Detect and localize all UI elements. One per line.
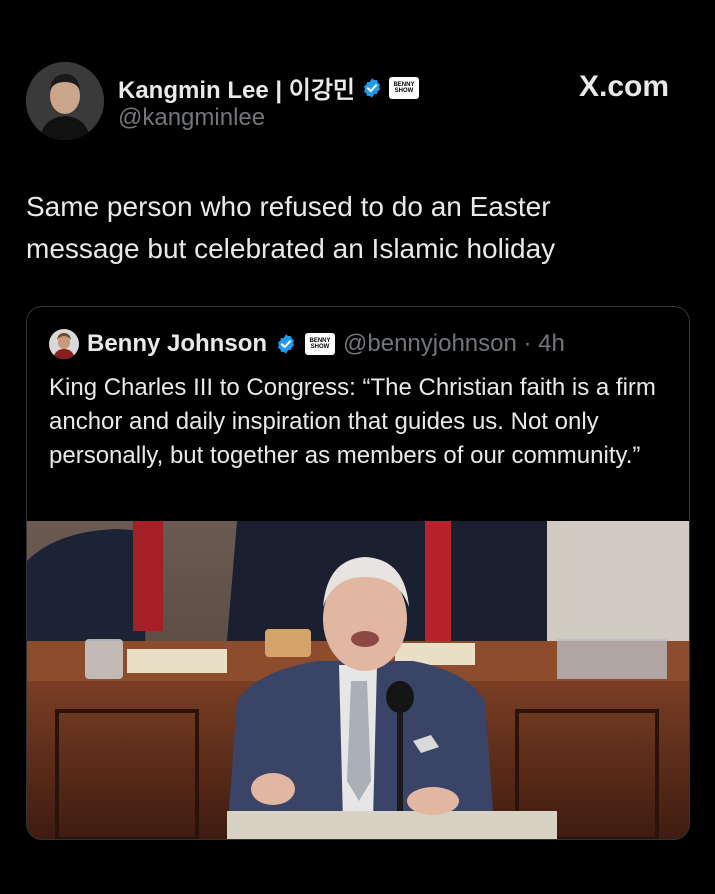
quoted-author-avatar-image — [49, 329, 79, 359]
author-name-row: Kangmin Lee | 이강민 BENNY SHOW — [118, 70, 419, 105]
media-image — [27, 521, 689, 839]
quoted-verified-badge-icon — [278, 334, 294, 354]
affiliate-badge-icon: BENNY SHOW — [388, 76, 419, 99]
quoted-affiliate-badge-icon: BENNY SHOW — [305, 333, 336, 355]
quoted-author-avatar[interactable] — [49, 329, 79, 359]
author-avatar-image — [26, 62, 104, 140]
site-label: X.com — [578, 70, 669, 103]
author-display-name[interactable]: Kangmin Lee | 이강민 — [118, 70, 355, 105]
quoted-affiliate-badge-text: BENNY SHOW — [309, 338, 331, 350]
author-avatar[interactable] — [26, 62, 104, 140]
quoted-author-handle-time[interactable]: @bennyjohnson · 4h — [343, 330, 565, 358]
quoted-author-display-name[interactable]: Benny Johnson — [87, 330, 267, 358]
quoted-tweet-header: Benny Johnson BENNY SHOW @bennyjohnson ·… — [49, 329, 565, 359]
affiliate-badge-text: BENNY SHOW — [393, 81, 415, 94]
verified-badge-icon — [364, 77, 380, 98]
tweet-text: Same person who refused to do an Easter … — [26, 191, 556, 264]
quoted-tweet-card[interactable]: Benny Johnson BENNY SHOW @bennyjohnson ·… — [26, 306, 690, 840]
quoted-tweet-media[interactable] — [27, 521, 689, 839]
quoted-tweet-text: King Charles III to Congress: “The Chris… — [49, 374, 656, 469]
author-handle[interactable]: @kangminlee — [118, 104, 265, 132]
